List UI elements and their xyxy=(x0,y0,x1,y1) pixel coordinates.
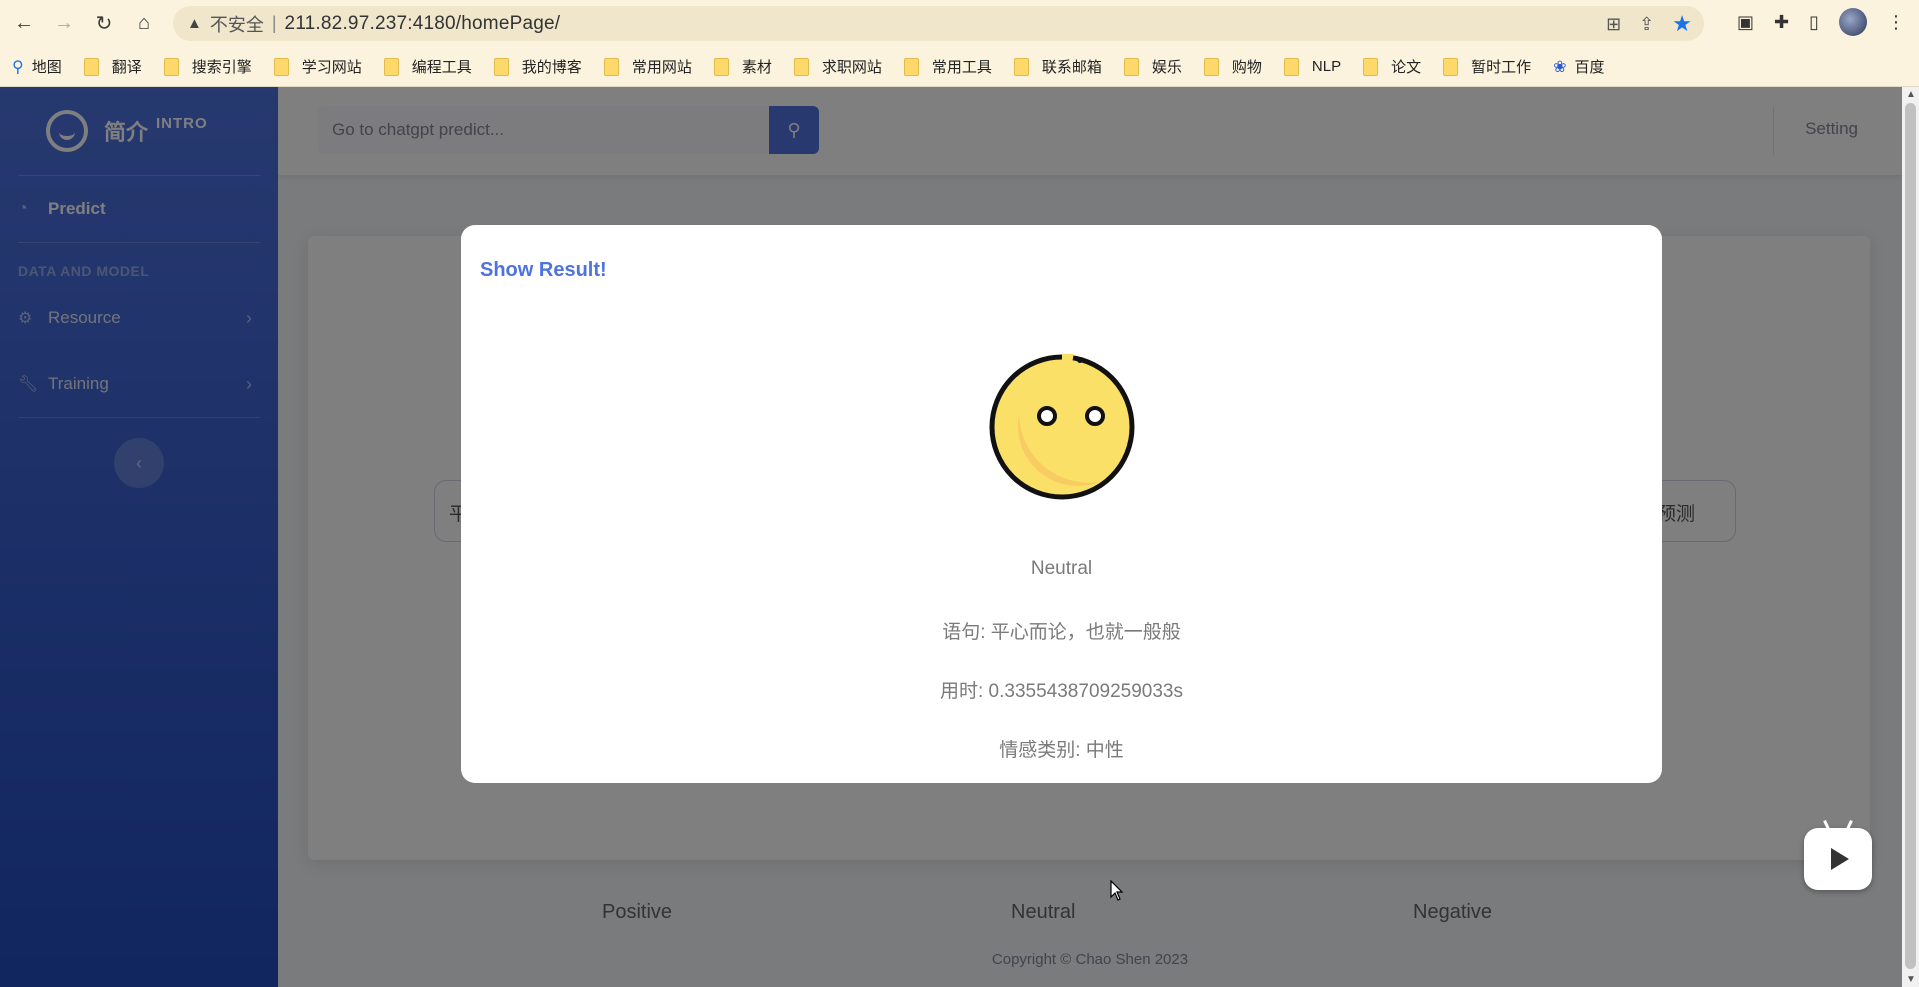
bookmark-star-icon[interactable]: ★ xyxy=(1672,11,1692,37)
arrow-right-icon: → xyxy=(54,12,74,34)
url-text: 211.82.97.237:4180/homePage/ xyxy=(284,12,561,34)
result-sentence: 语句: 平心而论，也就一般般 xyxy=(942,622,1181,643)
bookmark-folder[interactable]: 学习网站 xyxy=(273,56,362,77)
home-icon: ⌂ xyxy=(137,12,151,34)
side-panel-icon[interactable]: ▯ xyxy=(1809,12,1819,33)
result-emotion: Neutral xyxy=(1030,558,1093,579)
folder-icon xyxy=(1283,57,1299,76)
bookmark-folder[interactable]: 购物 xyxy=(1203,56,1262,77)
app-viewport: 简介 INTRO ◔ Predict DATA AND MODEL ⚙ Reso… xyxy=(0,87,1902,987)
folder-icon xyxy=(163,57,179,76)
page-scrollbar[interactable]: ▲ ▼ xyxy=(1902,87,1919,987)
forward-button[interactable]: → xyxy=(44,4,84,44)
folder-icon xyxy=(713,57,729,76)
mouse-cursor-icon xyxy=(1110,880,1124,901)
bookmark-folder[interactable]: 论文 xyxy=(1363,56,1421,77)
neutral-face-icon xyxy=(989,354,1135,500)
warning-icon: ▲ xyxy=(187,15,202,32)
result-modal: Show Result! Neutral 语句: 平心而论，也就一般般 用时: … xyxy=(461,225,1662,783)
bookmarks-bar: ⚲ 地图 翻译 搜索引擎 学习网站 编程工具 我的博客 常用网站 素材 求职网站 … xyxy=(0,47,1919,87)
bookmark-item[interactable]: ❀ 百度 xyxy=(1553,56,1604,77)
bookmark-item[interactable]: ⚲ 地图 xyxy=(12,56,62,77)
back-button[interactable]: ← xyxy=(4,4,44,44)
arrow-left-icon: ← xyxy=(14,12,34,34)
folder-icon xyxy=(793,57,809,76)
folder-icon xyxy=(903,57,919,76)
bookmark-folder[interactable]: NLP xyxy=(1283,57,1341,76)
bookmark-folder[interactable]: 求职网站 xyxy=(793,56,882,77)
play-icon xyxy=(1831,848,1849,870)
translate-icon[interactable]: ⊞ xyxy=(1606,14,1621,35)
extension-icons: ▣ ✚ ▯ ⋮ xyxy=(1737,8,1905,36)
folder-icon xyxy=(273,57,289,76)
map-pin-icon: ⚲ xyxy=(12,58,24,76)
folder-icon xyxy=(493,57,509,76)
result-category: 情感类别: 中性 xyxy=(999,740,1124,761)
security-label: 不安全 xyxy=(209,14,264,35)
folder-icon xyxy=(1443,57,1459,76)
puzzle-icon[interactable]: ✚ xyxy=(1774,12,1789,33)
reload-icon: ↻ xyxy=(95,13,113,35)
bookmark-folder[interactable]: 常用工具 xyxy=(903,56,992,77)
bookmark-folder[interactable]: 编程工具 xyxy=(383,56,472,77)
scroll-up-icon[interactable]: ▲ xyxy=(1906,89,1916,100)
address-bar[interactable]: ▲ 不安全 | 211.82.97.237:4180/homePage/ ⊞ ⇪… xyxy=(173,6,1704,41)
folder-icon xyxy=(1203,57,1219,76)
bookmark-folder[interactable]: 娱乐 xyxy=(1123,56,1182,77)
folder-icon xyxy=(603,57,619,76)
folder-icon xyxy=(383,57,399,76)
bookmark-folder[interactable]: 联系邮箱 xyxy=(1013,56,1102,77)
share-icon[interactable]: ⇪ xyxy=(1639,14,1654,35)
modal-title: Show Result! xyxy=(480,259,607,281)
folder-icon xyxy=(1123,57,1139,76)
scroll-down-icon[interactable]: ▼ xyxy=(1906,974,1916,985)
folder-icon xyxy=(1013,57,1029,76)
bookmark-folder[interactable]: 我的博客 xyxy=(493,56,582,77)
folder-icon xyxy=(83,57,99,76)
bookmark-folder[interactable]: 常用网站 xyxy=(603,56,692,77)
bookmark-folder[interactable]: 翻译 xyxy=(83,56,142,77)
folder-icon xyxy=(1363,57,1379,76)
video-play-button[interactable] xyxy=(1804,828,1872,890)
bookmark-folder[interactable]: 暂时工作 xyxy=(1443,56,1531,77)
omnibox-actions: ⊞ ⇪ ★ xyxy=(1606,11,1692,37)
bookmark-folder[interactable]: 搜索引擎 xyxy=(163,56,252,77)
reload-button[interactable]: ↻ xyxy=(84,4,124,44)
scrollbar-thumb[interactable] xyxy=(1905,103,1916,969)
extension-app-icon[interactable]: ▣ xyxy=(1737,12,1754,33)
browser-toolbar: ← → ↻ ⌂ ▲ 不安全 | 211.82.97.237:4180/homeP… xyxy=(0,0,1919,47)
result-time: 用时: 0.3355438709259033s xyxy=(940,681,1183,702)
url-separator: | xyxy=(271,13,277,33)
baidu-paw-icon: ❀ xyxy=(1553,58,1567,76)
profile-avatar[interactable] xyxy=(1839,8,1867,36)
home-button[interactable]: ⌂ xyxy=(124,4,164,44)
bookmark-folder[interactable]: 素材 xyxy=(713,56,772,77)
menu-dots-icon[interactable]: ⋮ xyxy=(1887,12,1905,33)
